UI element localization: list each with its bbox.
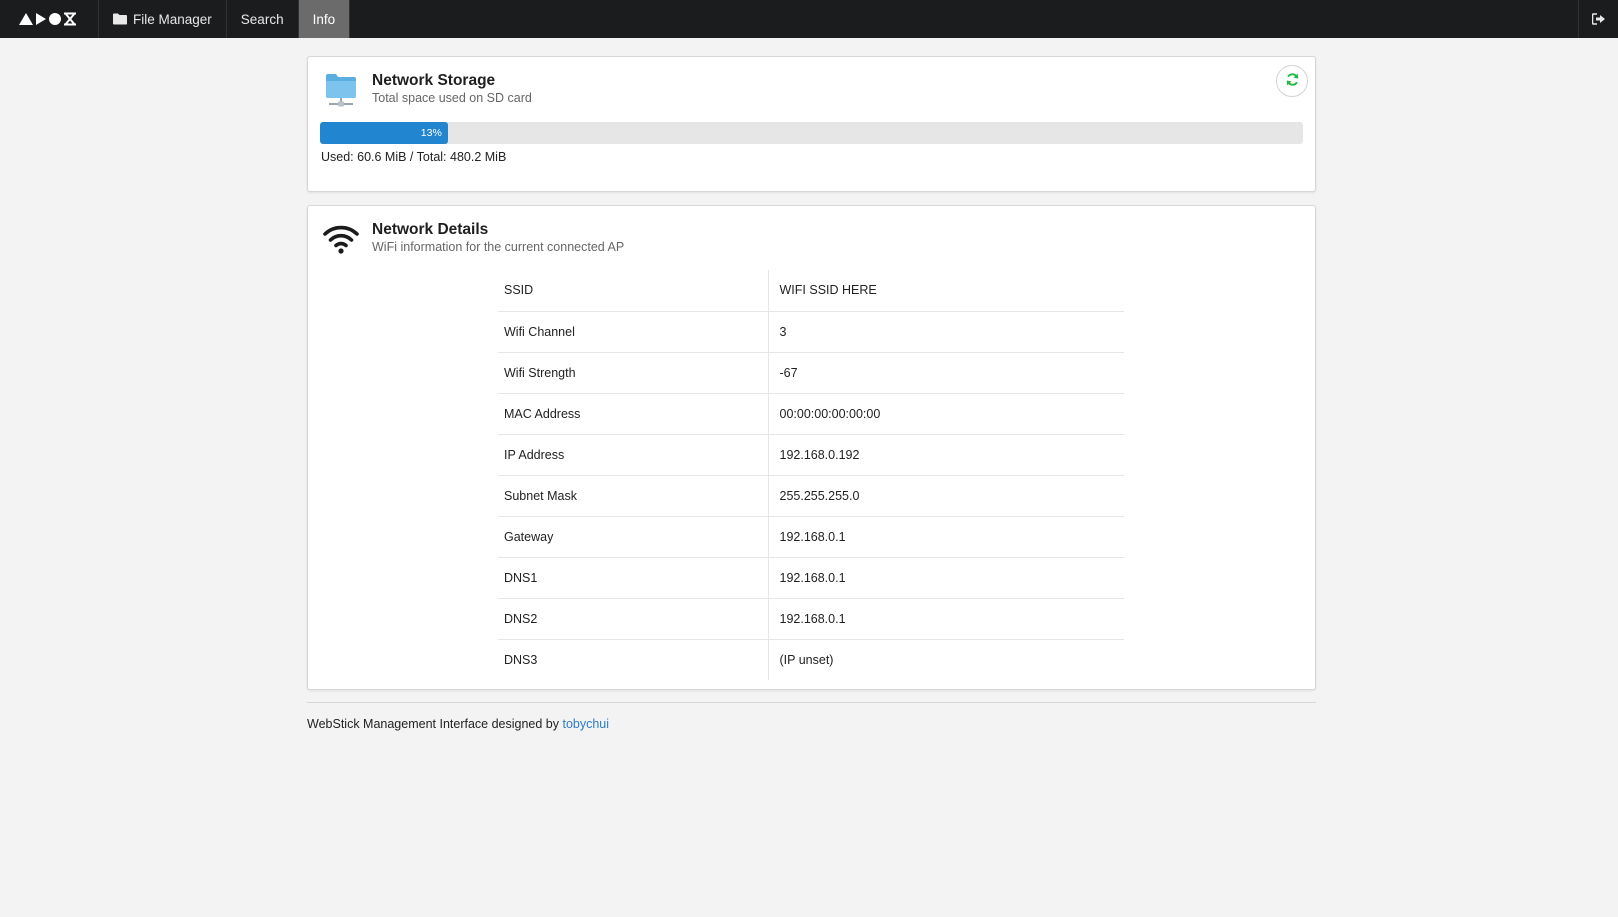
network-folder-icon bbox=[322, 71, 360, 109]
row-key: Subnet Mask bbox=[498, 475, 769, 517]
sign-out-icon[interactable] bbox=[1578, 0, 1618, 38]
row-key: MAC Address bbox=[498, 393, 769, 435]
table-row: Gateway 192.168.0.1 bbox=[498, 516, 1124, 558]
network-details-card: Network Details WiFi information for the… bbox=[307, 205, 1316, 690]
row-key: DNS2 bbox=[498, 598, 769, 640]
storage-title: Network Storage bbox=[372, 72, 496, 89]
table-row: IP Address 192.168.0.192 bbox=[498, 434, 1124, 476]
table-row: DNS3 (IP unset) bbox=[498, 639, 1124, 680]
row-value: 255.255.255.0 bbox=[768, 475, 1124, 517]
network-storage-card: Network Storage Total space used on SD c… bbox=[307, 56, 1316, 192]
table-row: DNS1 192.168.0.1 bbox=[498, 557, 1124, 599]
menu-search[interactable]: Search bbox=[227, 0, 299, 38]
storage-subtitle: Total space used on SD card bbox=[372, 91, 532, 105]
refresh-icon bbox=[1285, 72, 1300, 90]
footer: WebStick Management Interface designed b… bbox=[307, 717, 609, 731]
network-details-table: SSID WIFI SSID HERE Wifi Channel 3 Wifi St… bbox=[498, 270, 1124, 680]
row-value: 192.168.0.1 bbox=[768, 557, 1124, 599]
details-header: Network Details WiFi information for the… bbox=[322, 220, 624, 258]
menu-file-manager-label: File Manager bbox=[133, 11, 212, 27]
table-row: Wifi Channel 3 bbox=[498, 311, 1124, 353]
storage-percent-label: 13% bbox=[420, 127, 442, 139]
row-value: -67 bbox=[768, 352, 1124, 394]
row-value: 00:00:00:00:00:00 bbox=[768, 393, 1124, 435]
row-value: 192.168.0.192 bbox=[768, 434, 1124, 476]
row-value: WIFI SSID HERE bbox=[768, 270, 1124, 312]
row-value: 192.168.0.1 bbox=[768, 598, 1124, 640]
menu-search-label: Search bbox=[240, 11, 284, 27]
wifi-icon bbox=[322, 220, 360, 258]
storage-progress-fill: 13% bbox=[320, 122, 448, 144]
menu-info[interactable]: Info bbox=[298, 0, 351, 38]
folder-icon bbox=[113, 13, 127, 25]
row-value: 3 bbox=[768, 311, 1124, 353]
table-row: MAC Address 00:00:00:00:00:00 bbox=[498, 393, 1124, 435]
row-key: SSID bbox=[498, 270, 769, 312]
table-row: Subnet Mask 255.255.255.0 bbox=[498, 475, 1124, 517]
table-row: Wifi Strength -67 bbox=[498, 352, 1124, 394]
storage-usage-text: Used: 60.6 MiB / Total: 480.2 MiB bbox=[321, 150, 507, 164]
row-key: Wifi Channel bbox=[498, 311, 769, 353]
row-key: DNS3 bbox=[498, 639, 769, 680]
row-key: Wifi Strength bbox=[498, 352, 769, 394]
refresh-button[interactable] bbox=[1276, 65, 1308, 97]
top-menu: File Manager Search Info bbox=[0, 0, 1618, 38]
arozos-logo-icon[interactable] bbox=[0, 0, 99, 38]
table-row: SSID WIFI SSID HERE bbox=[498, 270, 1124, 312]
footer-text: WebStick Management Interface designed b… bbox=[307, 717, 563, 731]
storage-progress-bar: 13% bbox=[320, 122, 1303, 144]
menu-info-label: Info bbox=[312, 11, 336, 27]
menu-file-manager[interactable]: File Manager bbox=[99, 0, 227, 38]
row-key: DNS1 bbox=[498, 557, 769, 599]
details-subtitle: WiFi information for the current connect… bbox=[372, 240, 625, 254]
storage-header: Network Storage Total space used on SD c… bbox=[322, 71, 532, 109]
details-title: Network Details bbox=[372, 221, 489, 238]
author-link[interactable]: tobychui bbox=[562, 717, 609, 731]
row-key: IP Address bbox=[498, 434, 769, 476]
table-row: DNS2 192.168.0.1 bbox=[498, 598, 1124, 640]
row-value: 192.168.0.1 bbox=[768, 516, 1124, 558]
footer-divider bbox=[307, 702, 1316, 703]
row-value: (IP unset) bbox=[779, 652, 834, 667]
row-key: Gateway bbox=[498, 516, 769, 558]
